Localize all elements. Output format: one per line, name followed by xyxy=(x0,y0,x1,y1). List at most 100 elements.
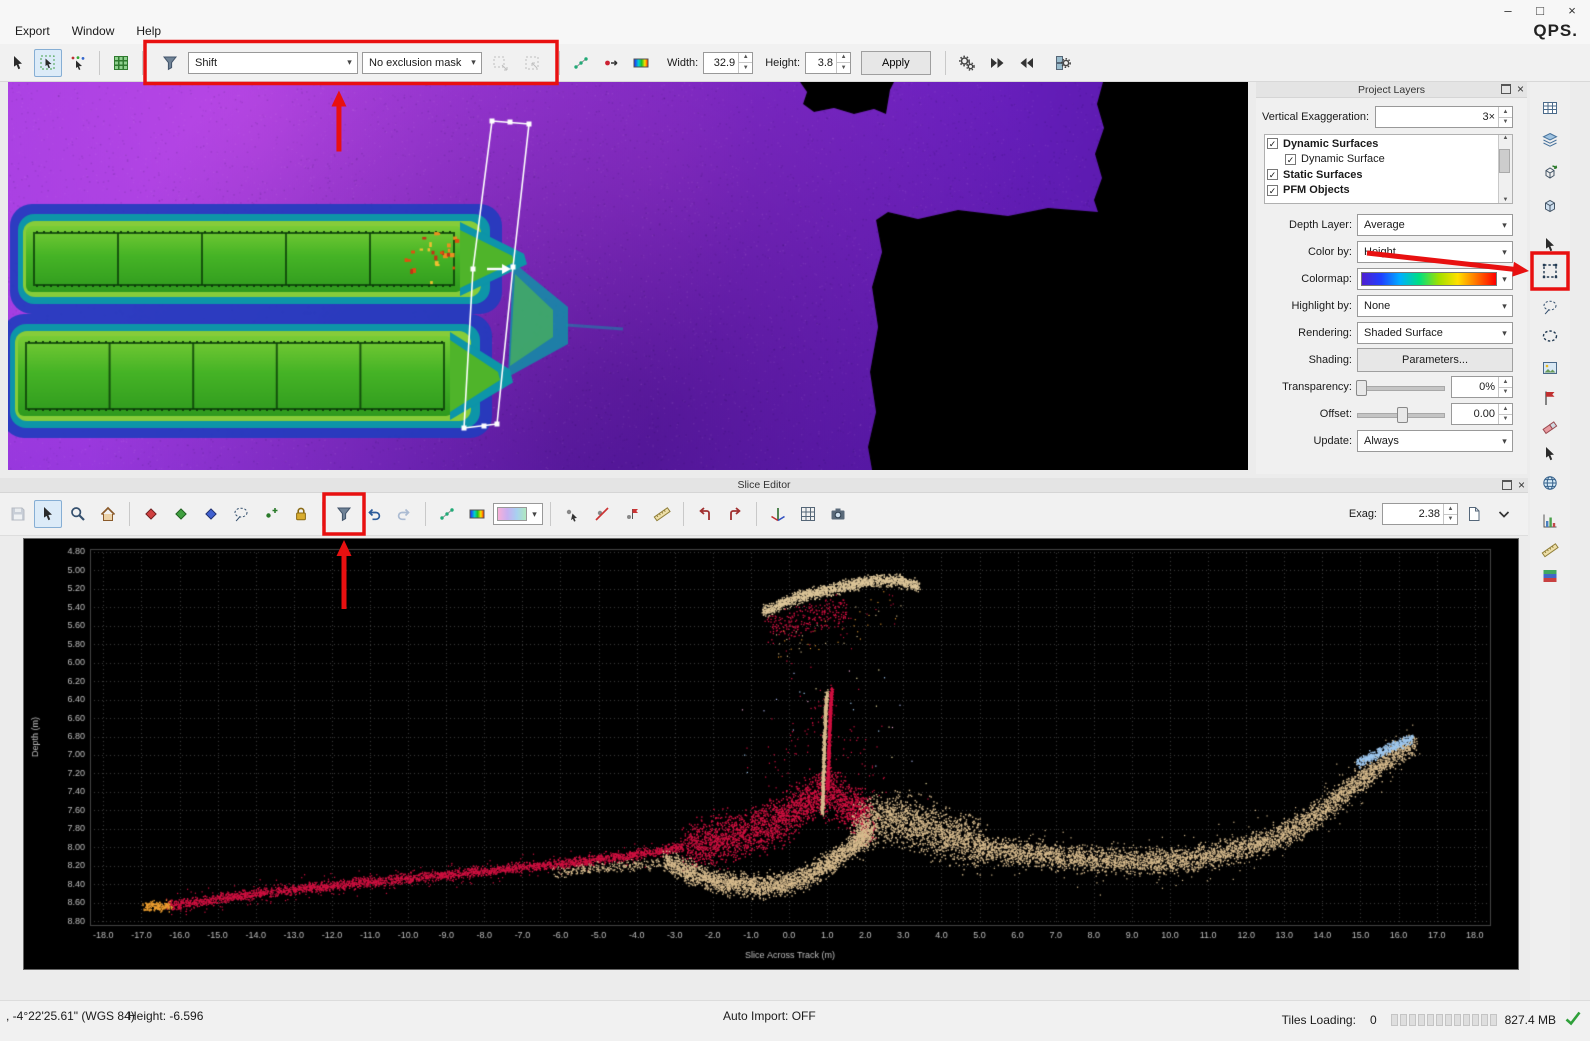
swatch-icon[interactable] xyxy=(1537,563,1563,589)
globe-icon[interactable] xyxy=(1537,470,1563,496)
settings-gears-icon[interactable] xyxy=(953,49,981,77)
processing-settings-icon[interactable] xyxy=(1049,49,1077,77)
grow-selection-icon[interactable] xyxy=(486,49,514,77)
home-view-icon[interactable] xyxy=(94,500,122,528)
add-points-icon[interactable] xyxy=(257,500,285,528)
close-panel-icon[interactable]: × xyxy=(1518,480,1525,490)
save-icon[interactable] xyxy=(4,500,32,528)
color-by-dropdown[interactable]: Height▾ xyxy=(1357,241,1513,263)
pick-info-icon[interactable] xyxy=(1537,441,1563,467)
points-line-icon[interactable] xyxy=(433,500,461,528)
turn-right-icon[interactable] xyxy=(721,500,749,528)
offset-input[interactable]: 0.00▲▼ xyxy=(1451,403,1513,425)
colormap-icon[interactable] xyxy=(627,49,655,77)
spin-down-icon[interactable]: ▼ xyxy=(1499,118,1512,128)
offset-slider[interactable] xyxy=(1357,405,1445,423)
mini-colormap-icon[interactable] xyxy=(463,500,491,528)
flag-point-icon[interactable] xyxy=(618,500,646,528)
scroll-up-icon[interactable]: ▲ xyxy=(1503,135,1509,141)
selection-filter-icon[interactable] xyxy=(156,49,184,77)
slice-plot[interactable] xyxy=(23,538,1519,970)
lock-icon[interactable] xyxy=(287,500,315,528)
minimize-button[interactable]: – xyxy=(1492,0,1524,21)
cube-3d-icon[interactable] xyxy=(1537,193,1563,219)
fast-forward-icon[interactable] xyxy=(983,49,1011,77)
measure-icon[interactable] xyxy=(648,500,676,528)
menu-window[interactable]: Window xyxy=(63,21,124,41)
marquee-select-icon[interactable] xyxy=(1537,258,1563,284)
histogram-icon[interactable] xyxy=(1537,508,1563,534)
transparency-input[interactable]: 0%▲▼ xyxy=(1451,376,1513,398)
select-tool-icon[interactable] xyxy=(64,49,92,77)
shrink-selection-icon[interactable] xyxy=(518,49,546,77)
slice-points-icon[interactable] xyxy=(567,49,595,77)
ellipse-select-icon[interactable] xyxy=(1537,323,1563,349)
layer-tree-row[interactable]: ✓Dynamic Surfaces xyxy=(1267,136,1497,152)
surface-blue-icon[interactable] xyxy=(197,500,225,528)
float-panel-icon[interactable] xyxy=(1501,84,1511,94)
flag-view-icon[interactable] xyxy=(1537,385,1563,411)
shading-button[interactable]: Parameters... xyxy=(1357,348,1513,372)
colormap-dropdown[interactable]: ▾ xyxy=(1357,268,1513,290)
layer-checkbox[interactable]: ✓ xyxy=(1267,138,1278,149)
ruler-icon[interactable] xyxy=(1537,537,1563,563)
menu-export[interactable]: Export xyxy=(6,21,59,41)
scroll-down-icon[interactable]: ▼ xyxy=(1503,197,1509,203)
update-dropdown[interactable]: Always▾ xyxy=(1357,430,1513,452)
zoom-tool-icon[interactable] xyxy=(64,500,92,528)
maximize-button[interactable]: □ xyxy=(1524,0,1556,21)
eraser-icon[interactable] xyxy=(1537,414,1563,440)
layer-checkbox[interactable]: ✓ xyxy=(1267,185,1278,196)
exag-input[interactable]: 2.38 ▲▼ xyxy=(1382,503,1458,525)
surface-red-icon[interactable] xyxy=(137,500,165,528)
spin-down-icon[interactable]: ▼ xyxy=(1499,388,1512,398)
grid-view-icon[interactable] xyxy=(794,500,822,528)
spin-up-icon[interactable]: ▲ xyxy=(1499,377,1512,388)
color-scale-dropdown[interactable]: ▾ xyxy=(493,503,543,525)
spin-up-icon[interactable]: ▲ xyxy=(1499,404,1512,415)
pointer-select-icon[interactable] xyxy=(1537,232,1563,258)
transparency-slider[interactable] xyxy=(1357,378,1445,396)
float-panel-icon[interactable] xyxy=(1502,480,1512,490)
deselect-point-icon[interactable] xyxy=(588,500,616,528)
layer-checkbox[interactable]: ✓ xyxy=(1267,169,1278,180)
rewind-icon[interactable] xyxy=(1013,49,1041,77)
layer-checkbox[interactable]: ✓ xyxy=(1285,154,1296,165)
spin-down-icon[interactable]: ▼ xyxy=(837,63,850,73)
highlight-by-dropdown[interactable]: None▾ xyxy=(1357,295,1513,317)
redo-icon[interactable] xyxy=(390,500,418,528)
slice-filter-icon[interactable] xyxy=(330,500,358,528)
vexag-input[interactable]: 3× ▲▼ xyxy=(1375,106,1513,128)
close-panel-icon[interactable]: × xyxy=(1517,84,1524,94)
point-track-icon[interactable] xyxy=(597,49,625,77)
spin-up-icon[interactable]: ▲ xyxy=(1499,107,1512,118)
lasso-tool-icon[interactable] xyxy=(227,500,255,528)
more-chevron-icon[interactable] xyxy=(1490,500,1518,528)
height-input[interactable]: 3.8 ▲▼ xyxy=(805,52,851,74)
turn-left-icon[interactable] xyxy=(691,500,719,528)
surface-grid-icon[interactable] xyxy=(107,49,135,77)
apply-button[interactable]: Apply xyxy=(861,51,931,75)
mode-dropdown[interactable]: Shift ▾ xyxy=(188,52,358,74)
lasso-select-icon[interactable] xyxy=(1537,294,1563,320)
width-input[interactable]: 32.9 ▲▼ xyxy=(703,52,753,74)
edit-tool-icon[interactable] xyxy=(34,49,62,77)
tree-scroll-thumb[interactable] xyxy=(1499,149,1510,173)
layer-stack-icon[interactable] xyxy=(1537,127,1563,153)
surface-green-icon[interactable] xyxy=(167,500,195,528)
mask-dropdown[interactable]: No exclusion mask ▾ xyxy=(362,52,482,74)
menu-help[interactable]: Help xyxy=(127,21,170,41)
spin-up-icon[interactable]: ▲ xyxy=(739,53,752,64)
cursor-tool-icon[interactable] xyxy=(34,500,62,528)
close-button[interactable]: × xyxy=(1556,0,1588,21)
spin-down-icon[interactable]: ▼ xyxy=(1499,415,1512,425)
depth-layer-dropdown[interactable]: Average▾ xyxy=(1357,214,1513,236)
scene-3d-view[interactable] xyxy=(8,82,1248,470)
snapshot-icon[interactable] xyxy=(824,500,852,528)
spin-up-icon[interactable]: ▲ xyxy=(1444,504,1457,515)
select-point-icon[interactable] xyxy=(558,500,586,528)
layer-tree-row[interactable]: ✓Dynamic Surface xyxy=(1267,152,1497,168)
tile-grid-icon[interactable] xyxy=(1537,95,1563,121)
image-view-icon[interactable] xyxy=(1537,355,1563,381)
axes-3d-icon[interactable] xyxy=(764,500,792,528)
